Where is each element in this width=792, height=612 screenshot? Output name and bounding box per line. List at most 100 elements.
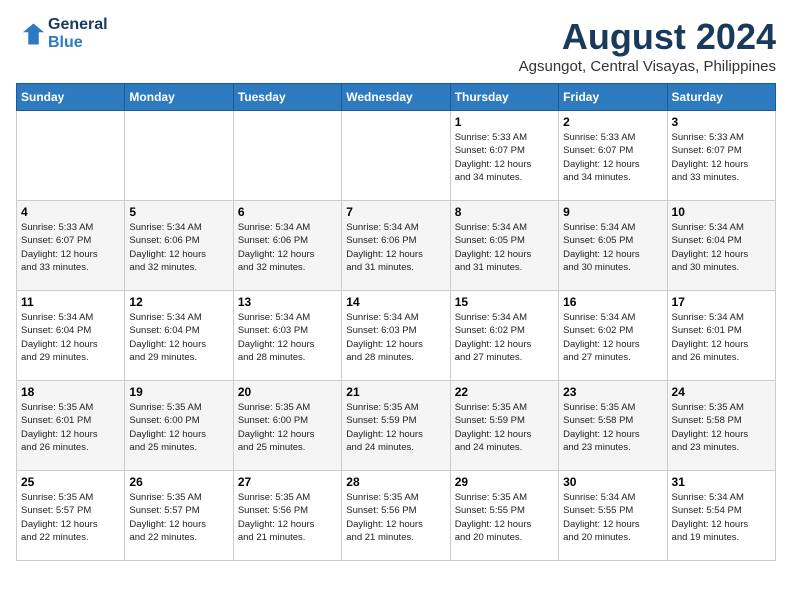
week-row-4: 18 Sunrise: 5:35 AM Sunset: 6:01 PM Dayli… — [17, 381, 776, 471]
calendar-header: SundayMondayTuesdayWednesdayThursdayFrid… — [17, 84, 776, 111]
day-info: Sunrise: 5:34 AM Sunset: 6:04 PM Dayligh… — [21, 311, 120, 364]
day-info: Sunrise: 5:34 AM Sunset: 6:02 PM Dayligh… — [455, 311, 554, 364]
day-number: 20 — [238, 385, 337, 399]
header-cell-tuesday: Tuesday — [233, 84, 341, 111]
header-cell-monday: Monday — [125, 84, 233, 111]
day-info: Sunrise: 5:34 AM Sunset: 6:04 PM Dayligh… — [129, 311, 228, 364]
day-cell: 15 Sunrise: 5:34 AM Sunset: 6:02 PM Dayli… — [450, 291, 558, 381]
day-number: 23 — [563, 385, 662, 399]
day-info: Sunrise: 5:34 AM Sunset: 6:03 PM Dayligh… — [238, 311, 337, 364]
day-cell: 9 Sunrise: 5:34 AM Sunset: 6:05 PM Daylig… — [559, 201, 667, 291]
week-row-1: 1 Sunrise: 5:33 AM Sunset: 6:07 PM Daylig… — [17, 111, 776, 201]
day-info: Sunrise: 5:34 AM Sunset: 6:06 PM Dayligh… — [346, 221, 445, 274]
day-number: 19 — [129, 385, 228, 399]
day-info: Sunrise: 5:35 AM Sunset: 5:57 PM Dayligh… — [21, 491, 120, 544]
day-info: Sunrise: 5:34 AM Sunset: 6:01 PM Dayligh… — [672, 311, 771, 364]
day-info: Sunrise: 5:34 AM Sunset: 6:06 PM Dayligh… — [129, 221, 228, 274]
day-cell: 12 Sunrise: 5:34 AM Sunset: 6:04 PM Dayli… — [125, 291, 233, 381]
day-info: Sunrise: 5:33 AM Sunset: 6:07 PM Dayligh… — [455, 131, 554, 184]
day-number: 9 — [563, 205, 662, 219]
day-number: 7 — [346, 205, 445, 219]
day-info: Sunrise: 5:35 AM Sunset: 6:01 PM Dayligh… — [21, 401, 120, 454]
day-cell — [125, 111, 233, 201]
day-info: Sunrise: 5:35 AM Sunset: 5:57 PM Dayligh… — [129, 491, 228, 544]
day-number: 15 — [455, 295, 554, 309]
day-cell: 22 Sunrise: 5:35 AM Sunset: 5:59 PM Dayli… — [450, 381, 558, 471]
day-info: Sunrise: 5:35 AM Sunset: 6:00 PM Dayligh… — [129, 401, 228, 454]
header-cell-saturday: Saturday — [667, 84, 775, 111]
day-cell: 24 Sunrise: 5:35 AM Sunset: 5:58 PM Dayli… — [667, 381, 775, 471]
subtitle: Agsungot, Central Visayas, Philippines — [519, 58, 776, 75]
day-cell — [233, 111, 341, 201]
day-number: 6 — [238, 205, 337, 219]
day-info: Sunrise: 5:33 AM Sunset: 6:07 PM Dayligh… — [563, 131, 662, 184]
day-cell: 19 Sunrise: 5:35 AM Sunset: 6:00 PM Dayli… — [125, 381, 233, 471]
week-row-5: 25 Sunrise: 5:35 AM Sunset: 5:57 PM Dayli… — [17, 471, 776, 561]
day-cell: 25 Sunrise: 5:35 AM Sunset: 5:57 PM Dayli… — [17, 471, 125, 561]
header-cell-thursday: Thursday — [450, 84, 558, 111]
day-number: 25 — [21, 475, 120, 489]
day-cell: 16Sunrise: 5:34 AM Sunset: 6:02 PM Dayli… — [559, 291, 667, 381]
day-info: Sunrise: 5:34 AM Sunset: 6:06 PM Dayligh… — [238, 221, 337, 274]
day-info: Sunrise: 5:35 AM Sunset: 5:58 PM Dayligh… — [672, 401, 771, 454]
day-info: Sunrise: 5:33 AM Sunset: 6:07 PM Dayligh… — [21, 221, 120, 274]
day-cell: 23 Sunrise: 5:35 AM Sunset: 5:58 PM Dayli… — [559, 381, 667, 471]
calendar-body: 1 Sunrise: 5:33 AM Sunset: 6:07 PM Daylig… — [17, 111, 776, 561]
header-cell-friday: Friday — [559, 84, 667, 111]
day-cell: 8Sunrise: 5:34 AM Sunset: 6:05 PM Daylig… — [450, 201, 558, 291]
day-info: Sunrise: 5:34 AM Sunset: 6:03 PM Dayligh… — [346, 311, 445, 364]
day-info: Sunrise: 5:35 AM Sunset: 5:59 PM Dayligh… — [455, 401, 554, 454]
day-cell: 30Sunrise: 5:34 AM Sunset: 5:55 PM Dayli… — [559, 471, 667, 561]
day-number: 29 — [455, 475, 554, 489]
logo-text: General Blue — [48, 16, 108, 52]
day-info: Sunrise: 5:34 AM Sunset: 6:05 PM Dayligh… — [563, 221, 662, 274]
day-cell: 4Sunrise: 5:33 AM Sunset: 6:07 PM Daylig… — [17, 201, 125, 291]
day-cell: 13 Sunrise: 5:34 AM Sunset: 6:03 PM Dayli… — [233, 291, 341, 381]
logo-icon — [16, 20, 44, 48]
day-cell: 10Sunrise: 5:34 AM Sunset: 6:04 PM Dayli… — [667, 201, 775, 291]
day-info: Sunrise: 5:33 AM Sunset: 6:07 PM Dayligh… — [672, 131, 771, 184]
day-cell: 26Sunrise: 5:35 AM Sunset: 5:57 PM Dayli… — [125, 471, 233, 561]
day-cell: 14 Sunrise: 5:34 AM Sunset: 6:03 PM Dayli… — [342, 291, 450, 381]
day-cell: 28Sunrise: 5:35 AM Sunset: 5:56 PM Dayli… — [342, 471, 450, 561]
day-cell: 18 Sunrise: 5:35 AM Sunset: 6:01 PM Dayli… — [17, 381, 125, 471]
day-cell: 3Sunrise: 5:33 AM Sunset: 6:07 PM Daylig… — [667, 111, 775, 201]
day-number: 12 — [129, 295, 228, 309]
day-info: Sunrise: 5:35 AM Sunset: 5:58 PM Dayligh… — [563, 401, 662, 454]
day-info: Sunrise: 5:34 AM Sunset: 6:05 PM Dayligh… — [455, 221, 554, 274]
day-cell: 11 Sunrise: 5:34 AM Sunset: 6:04 PM Dayli… — [17, 291, 125, 381]
day-info: Sunrise: 5:35 AM Sunset: 6:00 PM Dayligh… — [238, 401, 337, 454]
day-number: 17 — [672, 295, 771, 309]
day-info: Sunrise: 5:35 AM Sunset: 5:56 PM Dayligh… — [238, 491, 337, 544]
day-cell: 1 Sunrise: 5:33 AM Sunset: 6:07 PM Daylig… — [450, 111, 558, 201]
day-cell: 20 Sunrise: 5:35 AM Sunset: 6:00 PM Dayli… — [233, 381, 341, 471]
page-header: General Blue August 2024 Agsungot, Centr… — [16, 16, 776, 75]
day-number: 14 — [346, 295, 445, 309]
day-number: 13 — [238, 295, 337, 309]
day-number: 24 — [672, 385, 771, 399]
day-cell: 5 Sunrise: 5:34 AM Sunset: 6:06 PM Daylig… — [125, 201, 233, 291]
header-cell-sunday: Sunday — [17, 84, 125, 111]
day-cell: 29 Sunrise: 5:35 AM Sunset: 5:55 PM Dayli… — [450, 471, 558, 561]
week-row-3: 11 Sunrise: 5:34 AM Sunset: 6:04 PM Dayli… — [17, 291, 776, 381]
day-info: Sunrise: 5:35 AM Sunset: 5:55 PM Dayligh… — [455, 491, 554, 544]
day-cell: 31Sunrise: 5:34 AM Sunset: 5:54 PM Dayli… — [667, 471, 775, 561]
day-cell: 27 Sunrise: 5:35 AM Sunset: 5:56 PM Dayli… — [233, 471, 341, 561]
day-info: Sunrise: 5:34 AM Sunset: 6:02 PM Dayligh… — [563, 311, 662, 364]
week-row-2: 4Sunrise: 5:33 AM Sunset: 6:07 PM Daylig… — [17, 201, 776, 291]
day-number: 5 — [129, 205, 228, 219]
day-number: 21 — [346, 385, 445, 399]
day-number: 22 — [455, 385, 554, 399]
day-number: 1 — [455, 115, 554, 129]
day-number: 27 — [238, 475, 337, 489]
day-info: Sunrise: 5:34 AM Sunset: 6:04 PM Dayligh… — [672, 221, 771, 274]
day-info: Sunrise: 5:34 AM Sunset: 5:55 PM Dayligh… — [563, 491, 662, 544]
calendar-table: SundayMondayTuesdayWednesdayThursdayFrid… — [16, 83, 776, 561]
day-number: 11 — [21, 295, 120, 309]
title-block: August 2024 Agsungot, Central Visayas, P… — [519, 16, 776, 75]
day-number: 2 — [563, 115, 662, 129]
day-cell: 17 Sunrise: 5:34 AM Sunset: 6:01 PM Dayli… — [667, 291, 775, 381]
day-info: Sunrise: 5:35 AM Sunset: 5:59 PM Dayligh… — [346, 401, 445, 454]
day-info: Sunrise: 5:35 AM Sunset: 5:56 PM Dayligh… — [346, 491, 445, 544]
day-number: 18 — [21, 385, 120, 399]
